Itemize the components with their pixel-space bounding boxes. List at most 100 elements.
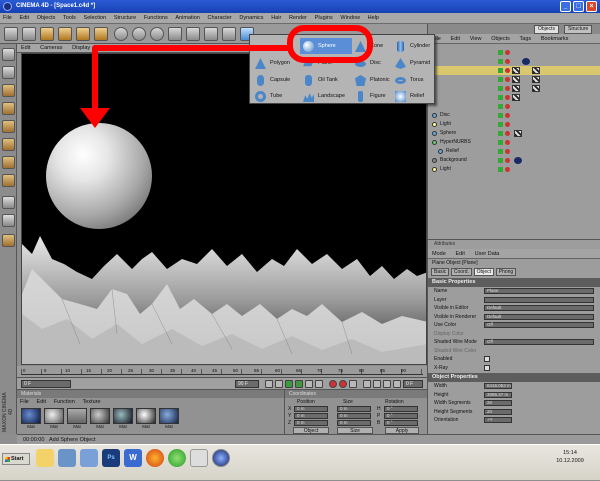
key-rotation-icon[interactable] xyxy=(383,380,391,388)
attr-tab-phong[interactable]: Phong xyxy=(495,268,517,276)
workplane-icon[interactable] xyxy=(2,120,15,133)
network-icon[interactable] xyxy=(80,449,98,467)
popup-item-cylinder[interactable]: Cylinder xyxy=(392,38,444,54)
menu-structure[interactable]: Structure xyxy=(111,13,139,24)
apply-button[interactable]: Apply xyxy=(385,427,419,434)
rotation-h-field[interactable]: 0 ° xyxy=(384,406,418,412)
magnet-icon[interactable] xyxy=(2,234,15,247)
menu-help[interactable]: Help xyxy=(365,13,382,24)
object-row-selected[interactable] xyxy=(428,66,600,75)
om-menu-tags[interactable]: Tags xyxy=(516,34,536,44)
menu-tools[interactable]: Tools xyxy=(60,13,79,24)
material-swatch[interactable]: Mat xyxy=(136,408,156,430)
app-green-icon[interactable] xyxy=(168,449,186,467)
om-menu-bookmarks[interactable]: Bookmarks xyxy=(537,34,573,44)
menu-file[interactable]: File xyxy=(0,13,15,24)
tab-objects[interactable]: Objects xyxy=(534,25,559,34)
material-swatch[interactable]: Mat xyxy=(44,408,64,430)
object-row[interactable] xyxy=(428,84,600,93)
om-menu-view[interactable]: View xyxy=(466,34,486,44)
object-row[interactable]: Light xyxy=(428,165,600,174)
viewport-menu-view[interactable]: View xyxy=(118,44,138,53)
prop-layer-field[interactable] xyxy=(484,296,594,303)
popup-item-relief[interactable]: Relief xyxy=(392,88,444,104)
viewport-menu-edit[interactable]: Edit xyxy=(17,44,34,53)
object-mode-icon[interactable] xyxy=(2,84,15,97)
popup-item-landscape[interactable]: Landscape xyxy=(300,88,352,104)
z-axis-icon[interactable] xyxy=(150,27,164,41)
prop-shaded-wire-dropdown[interactable]: Off xyxy=(484,339,594,345)
menu-hair[interactable]: Hair xyxy=(268,13,284,24)
object-row[interactable]: Relief xyxy=(428,147,600,156)
clock[interactable]: 15:14 10.12.2009 xyxy=(540,449,600,465)
points-mode-icon[interactable] xyxy=(2,138,15,151)
menu-window[interactable]: Window xyxy=(337,13,363,24)
redo-icon[interactable] xyxy=(22,27,36,41)
prop-height-segments-field[interactable]: 20 xyxy=(484,408,512,415)
computer-icon[interactable] xyxy=(58,449,76,467)
end-frame-field[interactable]: 90 F xyxy=(235,380,259,388)
prop-visible-editor-dropdown[interactable]: Default xyxy=(484,305,594,311)
key-parameter-icon[interactable] xyxy=(393,380,401,388)
key-position-icon[interactable] xyxy=(363,380,371,388)
object-row[interactable] xyxy=(428,48,600,57)
select-icon[interactable] xyxy=(40,27,54,41)
maximize-button[interactable]: □ xyxy=(573,1,584,12)
record-keyframe-icon[interactable] xyxy=(329,380,337,388)
material-menu-texture[interactable]: Texture xyxy=(79,398,103,406)
popup-item-plane[interactable]: Plane xyxy=(300,55,352,71)
viewport-menu-filter[interactable]: Filter xyxy=(96,44,116,53)
key-scale-icon[interactable] xyxy=(373,380,381,388)
render-settings-icon[interactable] xyxy=(222,27,236,41)
prop-height-field[interactable]: 3085.37 m xyxy=(484,391,512,398)
menu-dynamics[interactable]: Dynamics xyxy=(236,13,266,24)
cinema4d-taskbar-icon[interactable] xyxy=(212,449,230,467)
attr-tab-object[interactable]: Object xyxy=(473,268,495,276)
texture-mode-icon[interactable] xyxy=(2,102,15,115)
material-swatch[interactable]: Mat xyxy=(21,408,41,430)
menu-selection[interactable]: Selection xyxy=(81,13,110,24)
material-swatch[interactable]: Mat xyxy=(90,408,110,430)
menu-animation[interactable]: Animation xyxy=(172,13,202,24)
material-menu-function[interactable]: Function xyxy=(51,398,78,406)
y-axis-icon[interactable] xyxy=(132,27,146,41)
key-selection-icon[interactable] xyxy=(349,380,357,388)
play-forward-icon[interactable] xyxy=(295,380,303,388)
prop-visible-renderer-dropdown[interactable]: Default xyxy=(484,313,594,320)
prev-key-icon[interactable] xyxy=(275,380,283,388)
app-window-icon[interactable] xyxy=(190,449,208,467)
popup-item-sphere[interactable]: Sphere xyxy=(300,38,352,54)
goto-end-icon[interactable] xyxy=(315,380,323,388)
tab-structure[interactable]: Structure xyxy=(564,25,593,34)
tweak-mode-icon[interactable] xyxy=(2,196,15,209)
object-row[interactable]: Background xyxy=(428,156,600,165)
render-view-icon[interactable] xyxy=(186,27,200,41)
position-x-field[interactable]: 0 m xyxy=(294,406,328,412)
folder-icon[interactable] xyxy=(36,449,54,467)
material-swatch[interactable]: Mat xyxy=(67,408,87,430)
polygons-mode-icon[interactable] xyxy=(2,174,15,187)
object-row[interactable]: HyperNURBS xyxy=(428,138,600,147)
next-key-icon[interactable] xyxy=(305,380,313,388)
photoshop-icon[interactable]: Ps xyxy=(102,449,120,467)
object-row[interactable] xyxy=(428,57,600,66)
goto-start-icon[interactable] xyxy=(265,380,273,388)
edges-mode-icon[interactable] xyxy=(2,156,15,169)
x-axis-icon[interactable] xyxy=(114,27,128,41)
coord-mode-dropdown[interactable]: Object xyxy=(293,427,329,434)
object-row[interactable] xyxy=(428,102,600,111)
rotation-p-field[interactable]: 0 ° xyxy=(384,413,418,419)
close-button[interactable]: × xyxy=(586,1,597,12)
attr-menu-user-data[interactable]: User Data xyxy=(471,249,504,259)
position-y-field[interactable]: 0 m xyxy=(294,413,328,419)
prop-orientation-dropdown[interactable]: +Y xyxy=(484,417,512,423)
popup-item-polygon[interactable]: Polygon xyxy=(252,55,304,71)
menu-render[interactable]: Render xyxy=(286,13,310,24)
menu-plugins[interactable]: Plugins xyxy=(312,13,336,24)
popup-item-tube[interactable]: Tube xyxy=(252,88,304,104)
viewport-menu-display[interactable]: Display xyxy=(68,44,94,53)
attr-menu-mode[interactable]: Mode xyxy=(428,249,450,259)
om-menu-objects[interactable]: Objects xyxy=(487,34,514,44)
firefox-icon[interactable] xyxy=(146,449,164,467)
material-menu-edit[interactable]: Edit xyxy=(34,398,49,406)
